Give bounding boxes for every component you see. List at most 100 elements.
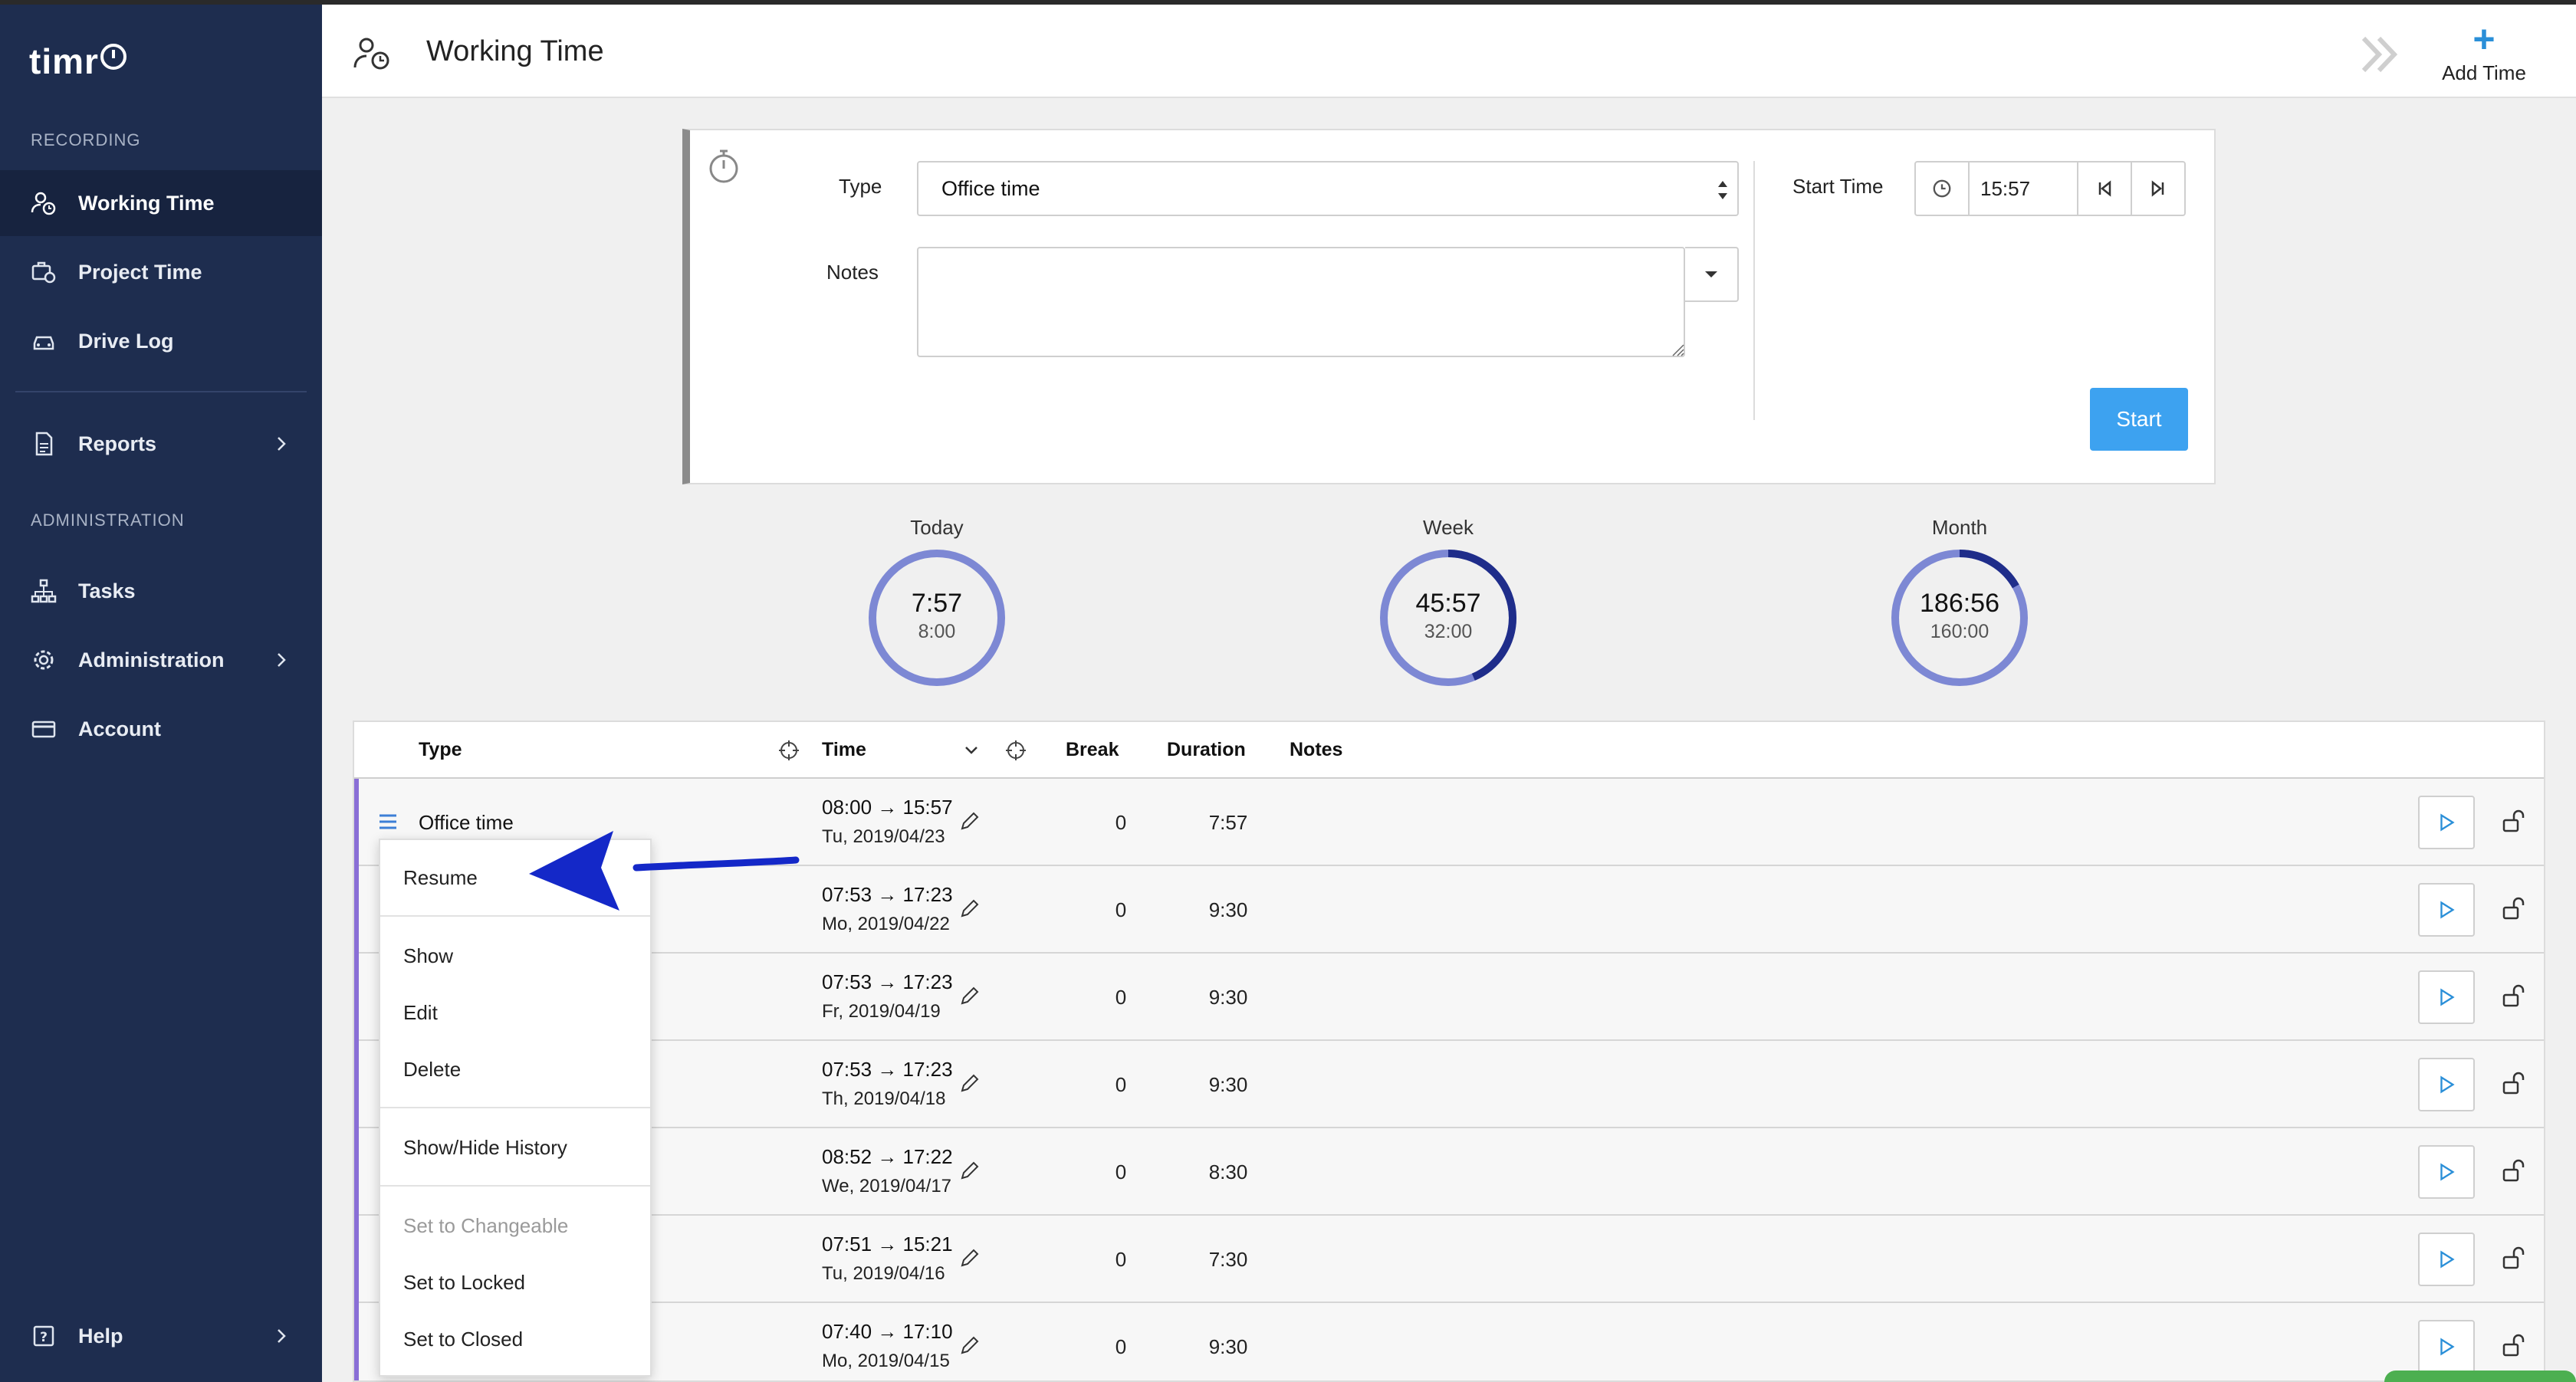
timr-logo[interactable]: timr bbox=[29, 38, 127, 84]
entries-table: Type Time Break Duration Notes Office ti… bbox=[353, 721, 2545, 1382]
start-button[interactable]: Start bbox=[2090, 388, 2188, 451]
plus-icon: + bbox=[2472, 18, 2496, 61]
table-row[interactable]: 07:53 → 17:23 Mo, 2019/04/22 0 9:30 bbox=[354, 866, 2544, 954]
notes-textarea[interactable] bbox=[917, 247, 1685, 357]
unlock-icon[interactable] bbox=[2501, 1332, 2528, 1360]
resume-play-button[interactable] bbox=[2418, 970, 2475, 1024]
page-title: Working Time bbox=[426, 35, 604, 67]
sidebar-item-working-time[interactable]: Working Time bbox=[0, 170, 322, 236]
pencil-icon[interactable] bbox=[958, 1159, 981, 1182]
table-row[interactable]: 07:53 → 17:23 Th, 2019/04/18 0 9:30 bbox=[354, 1041, 2544, 1128]
play-icon bbox=[2440, 988, 2455, 1006]
table-row[interactable]: 07:53 → 17:23 Fr, 2019/04/19 0 9:30 bbox=[354, 954, 2544, 1041]
unlock-icon[interactable] bbox=[2501, 1157, 2528, 1185]
sidebar-item-administration[interactable]: Administration bbox=[0, 627, 322, 693]
row-status-bar bbox=[354, 1216, 359, 1303]
resume-play-button[interactable] bbox=[2418, 1058, 2475, 1111]
pencil-icon[interactable] bbox=[958, 984, 981, 1007]
sidebar-item-drive-log[interactable]: Drive Log bbox=[0, 308, 322, 374]
section-title-recording: RECORDING bbox=[31, 130, 141, 149]
row-date: Tu, 2019/04/23 bbox=[822, 826, 945, 847]
column-header-break[interactable]: Break bbox=[1066, 739, 1119, 761]
sidebar-item-account[interactable]: Account bbox=[0, 696, 322, 762]
menu-item-set-to-locked[interactable]: Set to Locked bbox=[403, 1271, 525, 1295]
row-context-menu: Resume Show Edit Delete Show/Hide Histor… bbox=[379, 839, 652, 1377]
resume-play-button[interactable] bbox=[2418, 883, 2475, 937]
table-row[interactable]: 08:52 → 17:22 We, 2019/04/17 0 8:30 bbox=[354, 1128, 2544, 1216]
previous-time-button[interactable] bbox=[2078, 162, 2132, 215]
row-time-range: 07:40 → 17:10 bbox=[822, 1320, 953, 1343]
column-header-duration[interactable]: Duration bbox=[1167, 739, 1246, 761]
type-select[interactable]: Office time bbox=[917, 161, 1739, 216]
unlock-icon[interactable] bbox=[2501, 808, 2528, 835]
pencil-icon[interactable] bbox=[958, 809, 981, 832]
section-title-administration: ADMINISTRATION bbox=[31, 510, 185, 530]
sidebar-item-reports[interactable]: Reports bbox=[0, 411, 322, 477]
menu-item-show-hide-history[interactable]: Show/Hide History bbox=[403, 1136, 567, 1160]
pencil-icon[interactable] bbox=[958, 1246, 981, 1269]
table-row[interactable]: 07:51 → 15:21 Tu, 2019/04/16 0 7:30 bbox=[354, 1216, 2544, 1303]
add-time-button[interactable]: + Add Time bbox=[2434, 20, 2534, 89]
crosshair-icon[interactable] bbox=[777, 739, 800, 762]
menu-item-resume[interactable]: Resume bbox=[403, 866, 478, 890]
week-label: Week bbox=[1423, 516, 1474, 539]
notes-template-dropdown[interactable] bbox=[1685, 247, 1739, 302]
chevron-right-icon bbox=[278, 437, 286, 451]
pencil-icon[interactable] bbox=[958, 897, 981, 920]
month-summary: Month 186:56 160:00 bbox=[1883, 512, 2036, 690]
menu-item-set-to-closed[interactable]: Set to Closed bbox=[403, 1328, 523, 1351]
menu-icon[interactable] bbox=[377, 812, 399, 831]
sidebar: timr RECORDING Working Time Project Time… bbox=[0, 5, 322, 1382]
crosshair-icon[interactable] bbox=[1004, 739, 1027, 762]
pencil-icon[interactable] bbox=[958, 1334, 981, 1357]
credit-card-icon bbox=[31, 716, 57, 742]
row-date: Mo, 2019/04/22 bbox=[822, 914, 950, 934]
sidebar-item-tasks[interactable]: Tasks bbox=[0, 558, 322, 624]
clock-icon bbox=[1933, 179, 1951, 198]
unlock-icon[interactable] bbox=[2501, 1070, 2528, 1098]
timer-card: Type Office time Notes Start Time 15:57 … bbox=[682, 129, 2216, 484]
unlock-icon[interactable] bbox=[2501, 983, 2528, 1010]
play-icon bbox=[2440, 1075, 2455, 1094]
chevron-down-icon[interactable] bbox=[960, 739, 983, 762]
table-row[interactable]: Office time 08:00 → 15:57 Tu, 2019/04/23… bbox=[354, 779, 2544, 866]
table-row[interactable]: 07:40 → 17:10 Mo, 2019/04/15 0 9:30 bbox=[354, 1303, 2544, 1380]
row-time-range: 07:51 → 15:21 bbox=[822, 1233, 953, 1256]
row-time-range: 08:52 → 17:22 bbox=[822, 1145, 953, 1168]
row-time-range: 07:53 → 17:23 bbox=[822, 883, 953, 906]
play-icon bbox=[2440, 813, 2455, 832]
select-updown-icon bbox=[1718, 181, 1727, 199]
resume-play-button[interactable] bbox=[2418, 1233, 2475, 1286]
resume-play-button[interactable] bbox=[2418, 796, 2475, 849]
gear-icon bbox=[31, 647, 57, 673]
column-header-time[interactable]: Time bbox=[822, 739, 866, 761]
row-duration: 9:30 bbox=[1208, 986, 1248, 1009]
menu-item-delete[interactable]: Delete bbox=[403, 1058, 461, 1082]
floating-action-peek[interactable] bbox=[2384, 1371, 2576, 1382]
menu-item-edit[interactable]: Edit bbox=[403, 1001, 438, 1025]
column-header-notes[interactable]: Notes bbox=[1290, 739, 1342, 761]
resize-grip-icon[interactable] bbox=[1668, 340, 1685, 357]
week-target: 32:00 bbox=[1424, 621, 1473, 642]
row-duration: 7:30 bbox=[1208, 1248, 1248, 1271]
pencil-icon[interactable] bbox=[958, 1072, 981, 1095]
today-value: 7:57 bbox=[911, 589, 963, 618]
play-icon bbox=[2440, 1250, 2455, 1269]
sidebar-item-project-time[interactable]: Project Time bbox=[0, 239, 322, 305]
play-icon bbox=[2440, 1338, 2455, 1356]
column-header-type[interactable]: Type bbox=[419, 739, 462, 761]
resume-play-button[interactable] bbox=[2418, 1320, 2475, 1374]
next-time-button[interactable] bbox=[2132, 162, 2184, 215]
play-icon bbox=[2440, 1163, 2455, 1181]
row-break: 0 bbox=[1115, 1073, 1127, 1096]
unlock-icon[interactable] bbox=[2501, 895, 2528, 923]
resume-play-button[interactable] bbox=[2418, 1145, 2475, 1199]
menu-separator bbox=[380, 915, 650, 917]
unlock-icon[interactable] bbox=[2501, 1245, 2528, 1272]
double-chevron-right-icon[interactable] bbox=[2358, 29, 2404, 80]
start-time-input[interactable]: 15:57 bbox=[1970, 162, 2078, 215]
clock-button[interactable] bbox=[1916, 162, 1970, 215]
add-time-label: Add Time bbox=[2442, 61, 2526, 84]
menu-item-show[interactable]: Show bbox=[403, 944, 453, 968]
sidebar-item-help[interactable]: ? Help bbox=[0, 1303, 322, 1369]
